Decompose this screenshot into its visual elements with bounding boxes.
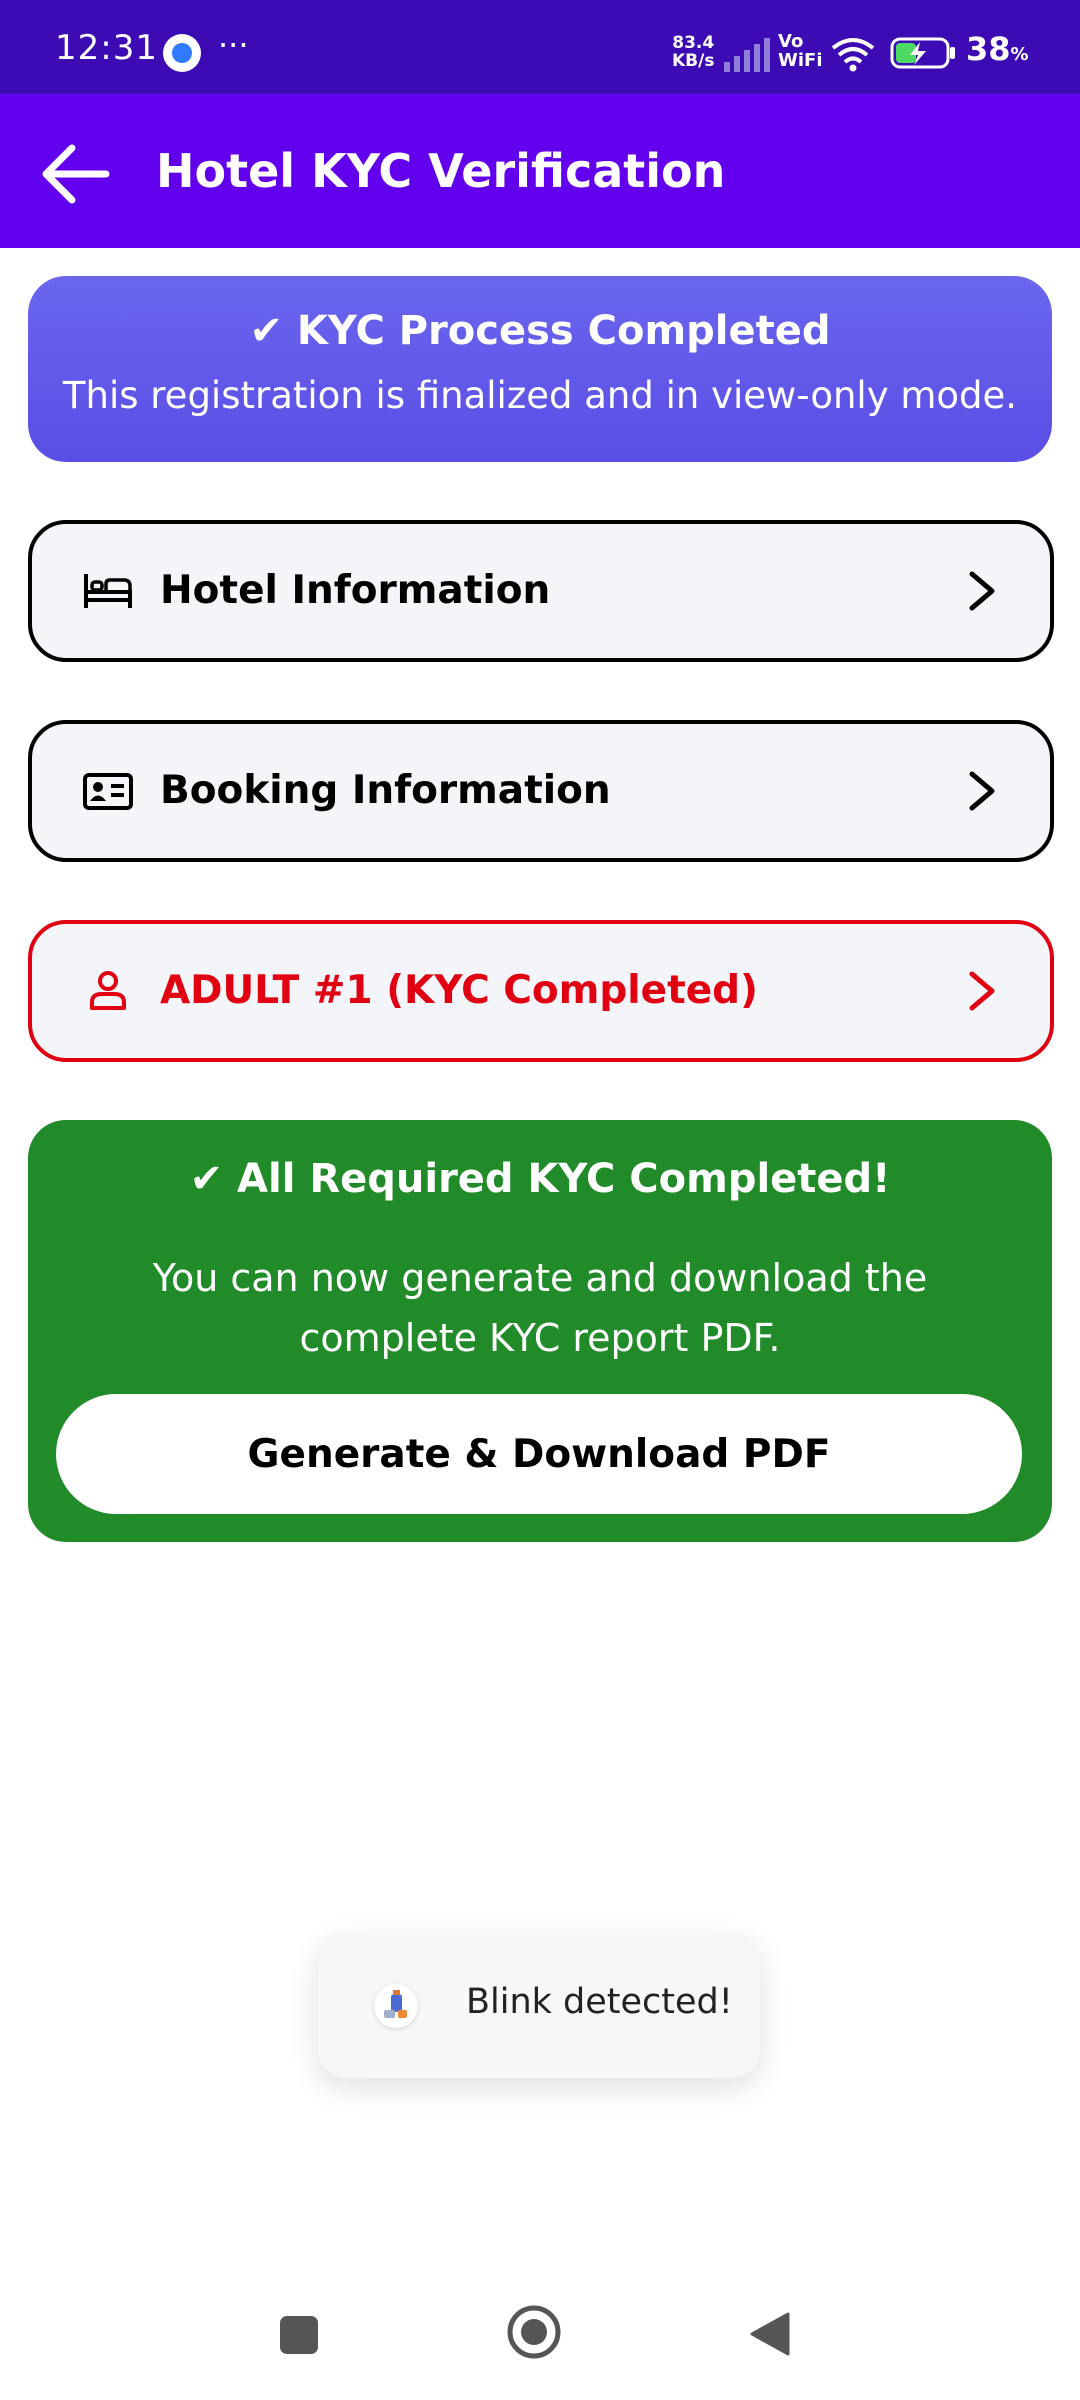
vo-label: Vo (778, 31, 804, 52)
booking-information-section[interactable]: Booking Information (28, 720, 1054, 862)
section-label: Hotel Information (160, 568, 551, 613)
call-app-icon (163, 34, 201, 72)
completion-title: ✔ All Required KYC Completed! (189, 1156, 891, 1202)
chevron-right-icon (969, 771, 995, 811)
page-title: Hotel KYC Verification (156, 144, 726, 198)
app-icon (374, 1984, 418, 2028)
bed-icon (84, 574, 132, 608)
generate-download-pdf-button[interactable]: Generate & Download PDF (56, 1394, 1022, 1514)
home-circle-icon[interactable] (506, 2304, 562, 2360)
kyc-completed-banner: ✔ KYC Process Completed This registratio… (28, 276, 1052, 462)
wifi-icon (831, 38, 875, 72)
network-speed: 83.4 KB/s (672, 34, 714, 70)
adult-1-section[interactable]: ADULT #1 (KYC Completed) (28, 920, 1054, 1062)
banner-subtitle: This registration is finalized and in vi… (62, 374, 1018, 417)
battery-percent: 38% (966, 30, 1029, 68)
id-card-icon (83, 773, 133, 810)
app-logo-icon (384, 1990, 407, 2018)
battery-icon (890, 37, 955, 69)
toast-notification: Blink detected! (318, 1932, 760, 2078)
vowifi-indicator: Vo WiFi (778, 32, 823, 70)
wifi-label: WiFi (778, 50, 823, 71)
completion-message: You can now generate and download the co… (152, 1256, 928, 1360)
person-icon (90, 971, 126, 1010)
chevron-right-icon (969, 971, 995, 1011)
back-triangle-icon[interactable] (748, 2310, 792, 2358)
status-time: 12:31 (55, 28, 158, 68)
arrow-back-icon[interactable] (36, 134, 116, 214)
battery-percent-value: 38 (966, 30, 1011, 68)
network-speed-unit: KB/s (672, 51, 715, 71)
kyc-complete-panel: ✔ All Required KYC Completed! You can no… (28, 1120, 1052, 1542)
square-icon[interactable] (280, 2316, 318, 2354)
chevron-right-icon (969, 571, 995, 611)
signal-icon (724, 38, 770, 72)
network-speed-value: 83.4 (672, 33, 715, 53)
section-label: Booking Information (160, 768, 611, 813)
toast-text: Blink detected! (466, 1982, 733, 2022)
status-bar: 12:31 ··· 83.4 KB/s Vo WiFi 38% (0, 0, 1080, 94)
hotel-information-section[interactable]: Hotel Information (28, 520, 1054, 662)
app-bar: Hotel KYC Verification (0, 94, 1080, 248)
percent-sign: % (1010, 44, 1029, 65)
banner-title: ✔ KYC Process Completed (249, 308, 831, 354)
section-label: ADULT #1 (KYC Completed) (160, 968, 758, 1013)
more-notifications-icon: ··· (218, 26, 249, 64)
